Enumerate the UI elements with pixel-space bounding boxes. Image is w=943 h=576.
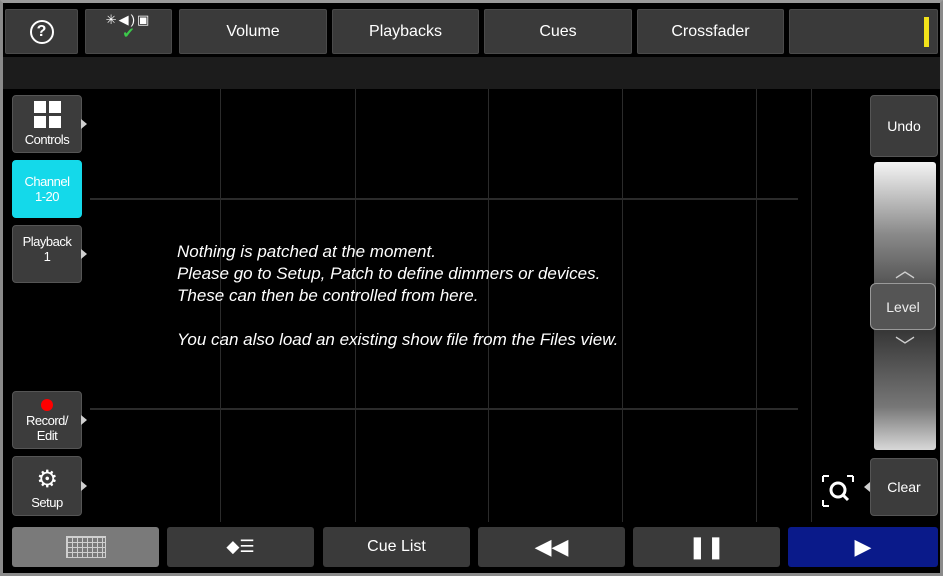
status-button[interactable]: ✳◀)▣ ✔ [85,9,172,54]
tab-crossfader[interactable]: Crossfader [637,9,784,54]
sidebar-item-playback[interactable]: Playback 1 [12,225,87,283]
level-handle[interactable]: Level [870,283,936,330]
chevron-right-icon [81,119,87,129]
record-dot-icon [41,399,53,411]
palette-button[interactable]: ◆☰ [167,527,314,567]
sidebar-item-label: Setup [31,495,63,510]
status-strip [3,57,940,89]
palette-icon: ◆☰ [226,537,255,556]
sidebar-item-controls[interactable]: Controls [12,95,87,153]
tab-volume[interactable]: Volume [179,9,327,54]
grid-icon [33,101,61,128]
chevron-right-icon [81,415,87,425]
undo-button[interactable]: Undo [870,95,938,157]
sidebar-item-label: Record/ [25,413,69,428]
chevron-right-icon [81,249,87,259]
gear-icon: ⚙ [36,466,58,493]
zoom-fit-icon[interactable] [818,473,858,513]
grid-view-icon [65,536,106,558]
grid-line [90,198,798,200]
rewind-icon: ◀◀ [534,534,569,559]
chevron-down-icon: ﹀ [895,336,915,358]
question-circle-icon: ? [29,19,54,44]
sidebar-item-record-edit[interactable]: Record/ Edit [12,391,87,449]
chevron-up-icon: ︿ [895,260,915,282]
sidebar-item-label: Playback [22,234,72,249]
empty-patch-message: Nothing is patched at the moment. Please… [177,241,618,351]
grid-line [622,89,623,522]
message-line: Nothing is patched at the moment. [177,242,436,261]
sidebar-item-label: Controls [24,132,70,147]
pause-button[interactable]: ❚❚ [633,527,780,567]
check-icon: ✔ [122,25,135,42]
chevron-right-icon [81,481,87,491]
message-line: You can also load an existing show file … [177,330,619,349]
tab-blank[interactable] [789,9,938,54]
play-button[interactable]: ▶ [788,527,938,567]
top-bar: ? ✳◀)▣ ✔ Volume Playbacks Cues Crossfade… [5,9,938,54]
grid-view-button[interactable] [12,527,159,567]
pause-icon: ❚❚ [688,534,725,559]
channel-grid-area[interactable]: Nothing is patched at the moment. Please… [90,89,810,522]
grid-line [90,408,798,410]
sidebar-item-channel[interactable]: Channel 1-20 [12,160,82,218]
sidebar-item-setup[interactable]: ⚙ Setup [12,456,87,516]
rewind-button[interactable]: ◀◀ [478,527,625,567]
message-line: Please go to Setup, Patch to define dimm… [177,264,601,283]
divider [811,89,812,522]
sidebar-item-sublabel: 1-20 [34,189,60,204]
sidebar-item-sublabel: Edit [36,428,58,443]
cue-list-button[interactable]: Cue List [323,527,470,567]
tab-playbacks[interactable]: Playbacks [332,9,479,54]
clear-button[interactable]: Clear [870,458,938,516]
help-button[interactable]: ? [5,9,78,54]
yellow-indicator [924,16,929,47]
sidebar-item-sublabel: 1 [43,249,51,264]
grid-line [756,89,757,522]
play-icon: ▶ [854,534,872,559]
message-line: These can then be controlled from here. [177,286,479,305]
sidebar-item-label: Channel [24,174,70,189]
bottom-bar: ◆☰ Cue List ◀◀ ❚❚ ▶ [12,527,938,567]
tab-cues[interactable]: Cues [484,9,632,54]
